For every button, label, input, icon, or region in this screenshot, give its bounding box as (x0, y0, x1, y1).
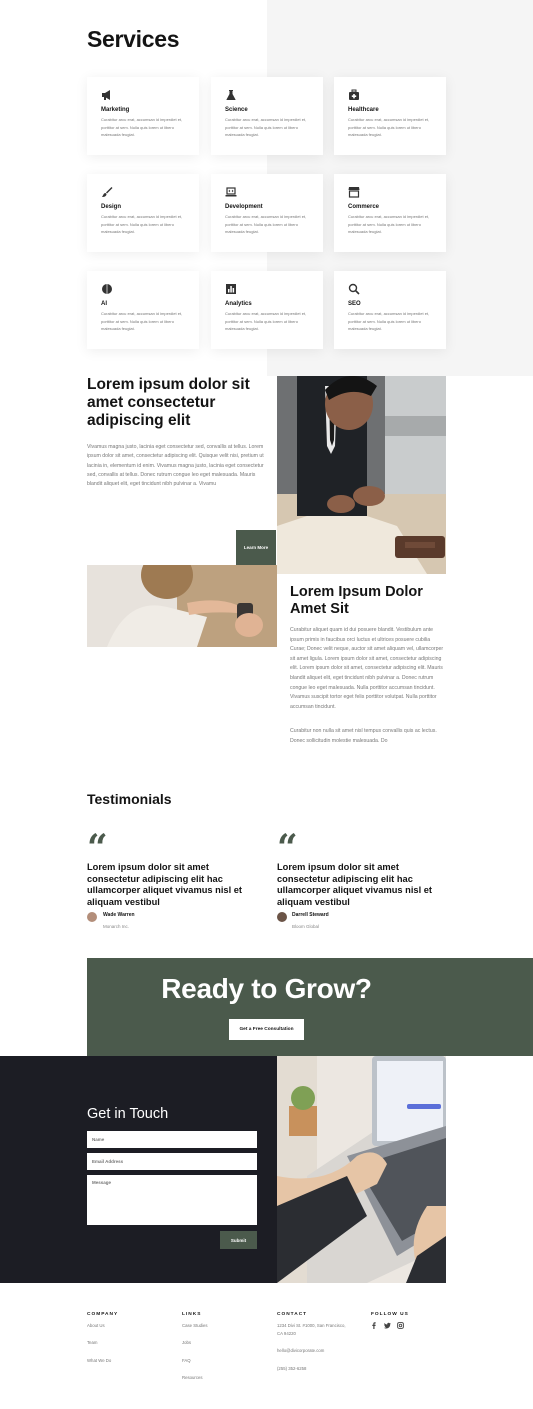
footer-address-line: 1234 Divi St. #1000, San Francisco, (277, 1323, 346, 1328)
service-card-desc: Curabitur arcu erat, accumsan id imperdi… (101, 117, 183, 137)
service-card-desc: Curabitur arcu erat, accumsan id imperdi… (348, 214, 430, 234)
service-card-title: Healthcare (348, 107, 379, 113)
service-card-desc: Curabitur arcu erat, accumsan id imperdi… (348, 117, 430, 137)
quote-icon: “ (277, 827, 298, 869)
footer-link-resources[interactable]: Resources (182, 1375, 203, 1380)
brain-icon (102, 284, 112, 294)
quote-icon: “ (87, 827, 108, 869)
footer-link-what-we-do[interactable]: What We Do (87, 1358, 111, 1363)
instagram-icon[interactable] (397, 1322, 404, 1331)
consultation-button[interactable]: Get a Free Consultation (229, 1019, 304, 1040)
footer-links-heading: LINKS (182, 1312, 202, 1317)
service-card-title: SEO (348, 301, 361, 307)
flask-icon (226, 90, 236, 100)
footer-contact-heading: CONTACT (277, 1312, 308, 1317)
service-card-desc: Curabitur arcu erat, accumsan id imperdi… (225, 214, 307, 234)
service-card-desc: Curabitur arcu erat, accumsan id imperdi… (101, 311, 183, 331)
service-card-title: AI (101, 301, 107, 307)
footer-company-heading: COMPANY (87, 1312, 119, 1317)
service-card-title: Development (225, 204, 263, 210)
search-icon (348, 283, 360, 295)
testimonials-title: Testimonials (87, 791, 172, 807)
service-card-marketing[interactable]: Marketing Curabitur arcu erat, accumsan … (87, 77, 199, 155)
email-field[interactable] (87, 1153, 257, 1170)
service-card-ai[interactable]: AI Curabitur arcu erat, accumsan id impe… (87, 271, 199, 349)
footer-link-about[interactable]: About Us (87, 1323, 105, 1328)
service-card-desc: Curabitur arcu erat, accumsan id imperdi… (225, 117, 307, 137)
service-card-healthcare[interactable]: Healthcare Curabitur arcu erat, accumsan… (334, 77, 446, 155)
service-card-commerce[interactable]: Commerce Curabitur arcu erat, accumsan i… (334, 174, 446, 252)
about-body-tertiary: Curabitur non nulla sit amet nisl tempus… (290, 728, 437, 744)
facebook-icon[interactable] (371, 1322, 377, 1331)
cta-heading: Ready to Grow? (161, 973, 372, 1004)
service-card-title: Analytics (225, 301, 252, 307)
services-title: Services (87, 26, 180, 52)
service-card-title: Commerce (348, 204, 380, 210)
laptop-typing-photo (277, 1056, 446, 1283)
message-field[interactable] (87, 1175, 257, 1225)
service-card-title: Science (225, 107, 248, 113)
service-card-title: Marketing (101, 107, 130, 113)
contact-title: Get in Touch (87, 1106, 169, 1122)
service-card-desc: Curabitur arcu erat, accumsan id imperdi… (225, 311, 307, 331)
footer-phone: (255) 352-6258 (277, 1366, 307, 1371)
about-body-secondary: Curabitur aliquet quam id dui posuere bl… (290, 627, 444, 710)
women-phone-photo (87, 565, 277, 647)
testimonial-name: Wade Warren (103, 912, 135, 918)
store-icon (348, 187, 360, 198)
footer-address-line: CA 94220 (277, 1331, 296, 1336)
medkit-icon (349, 89, 359, 100)
footer-email-link[interactable]: hello@divicorporate.com (277, 1348, 324, 1353)
footer-link-jobs[interactable]: Jobs (182, 1340, 191, 1345)
service-card-seo[interactable]: SEO Curabitur arcu erat, accumsan id imp… (334, 271, 446, 349)
footer-link-faq[interactable]: FAQ (182, 1358, 191, 1363)
service-card-title: Design (101, 204, 122, 210)
name-field[interactable] (87, 1131, 257, 1148)
about-body: Vivamus magna justo, lacinia eget consec… (87, 444, 264, 488)
service-card-analytics[interactable]: Analytics Curabitur arcu erat, accumsan … (211, 271, 323, 349)
testimonial-text: Lorem ipsum dolor sit amet consectetur a… (87, 862, 243, 907)
service-card-design[interactable]: Design Curabitur arcu erat, accumsan id … (87, 174, 199, 252)
avatar (277, 912, 287, 922)
about-heading: Lorem ipsum dolor sit amet consectetur a… (87, 376, 250, 429)
testimonial-role: Bloom Global (292, 924, 320, 929)
brush-icon (102, 187, 113, 197)
twitter-icon[interactable] (384, 1322, 391, 1331)
footer-follow-heading: FOLLOW US (371, 1312, 409, 1317)
testimonial-text: Lorem ipsum dolor sit amet consectetur a… (277, 862, 433, 907)
businessman-signing-photo (277, 376, 446, 574)
service-card-science[interactable]: Science Curabitur arcu erat, accumsan id… (211, 77, 323, 155)
learn-more-button[interactable]: Learn More (236, 530, 276, 565)
service-card-development[interactable]: Development Curabitur arcu erat, accumsa… (211, 174, 323, 252)
about-heading-secondary: Lorem Ipsum Dolor Amet Sit (290, 584, 423, 617)
megaphone-icon (102, 90, 110, 100)
service-card-desc: Curabitur arcu erat, accumsan id imperdi… (101, 214, 183, 234)
testimonial-role: Monarch Inc. (103, 924, 130, 929)
avatar (87, 912, 97, 922)
service-card-desc: Curabitur arcu erat, accumsan id imperdi… (348, 311, 430, 331)
footer-link-team[interactable]: Team (87, 1340, 98, 1345)
chart-icon (226, 284, 236, 294)
footer-link-case-studies[interactable]: Case Studies (182, 1323, 208, 1328)
laptop-code-icon (225, 187, 237, 197)
submit-button[interactable]: Submit (220, 1231, 257, 1249)
testimonial-name: Darrell Steward (292, 912, 329, 918)
